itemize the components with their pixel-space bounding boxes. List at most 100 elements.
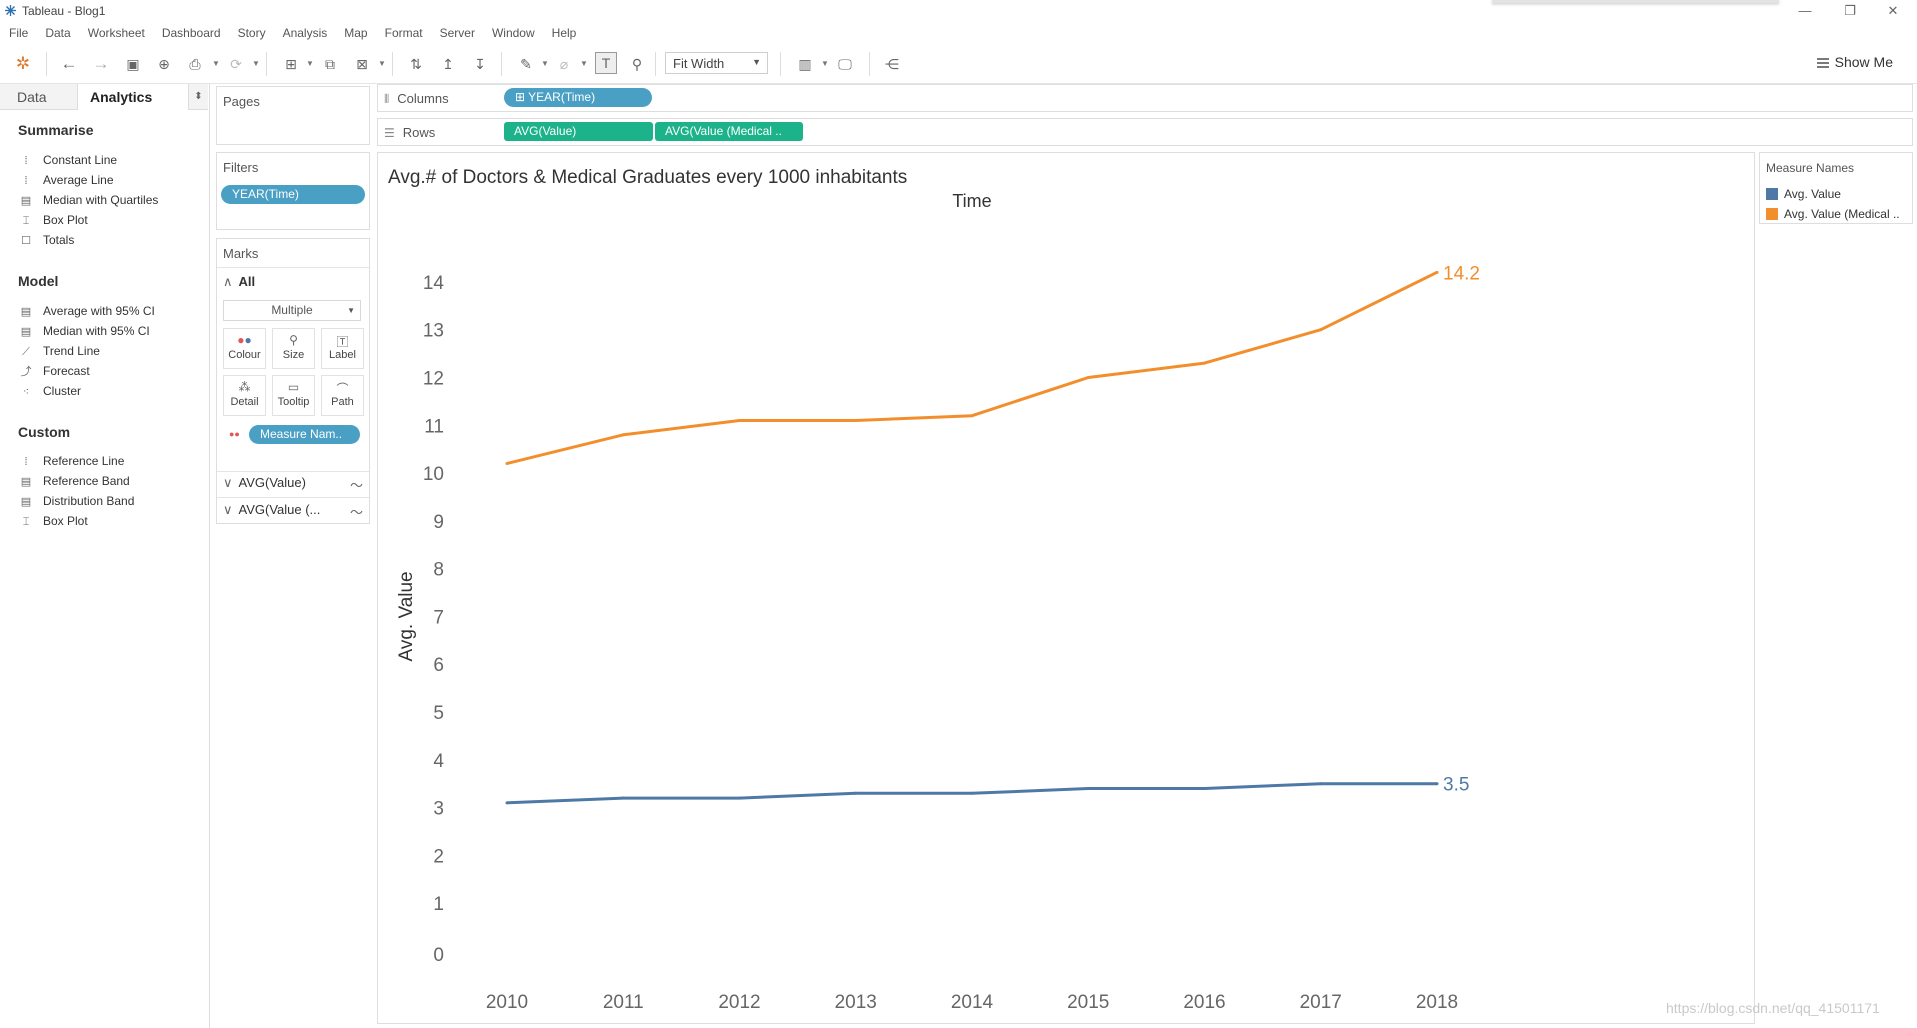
- size-button[interactable]: ⚲ Size: [272, 328, 315, 369]
- path-button[interactable]: ⌒ Path: [321, 375, 364, 416]
- label-button[interactable]: 🅃 Label: [321, 328, 364, 369]
- y-tick-label: 4: [433, 751, 444, 772]
- analytics-item-custom-box-plot[interactable]: ⌶ Box Plot: [20, 512, 88, 530]
- save-icon[interactable]: ▣: [121, 52, 145, 76]
- swap-rows-columns-icon[interactable]: ⇅: [404, 52, 428, 76]
- legend-item-avg-value-medical[interactable]: Avg. Value (Medical ..: [1766, 207, 1910, 221]
- analytics-item-average-line[interactable]: ⁞ Average Line: [20, 171, 113, 189]
- marks-card-avg-value[interactable]: ∨ AVG(Value) 〜: [223, 475, 363, 495]
- label-icon: 🅃: [336, 335, 349, 349]
- detail-icon: ⁂: [238, 380, 251, 394]
- measure-names-pill[interactable]: Measure Nam..: [249, 425, 360, 444]
- show-cards-icon[interactable]: ▥: [793, 52, 817, 76]
- tab-analytics[interactable]: Analytics: [78, 84, 188, 110]
- marks-card-label: AVG(Value (...: [238, 502, 321, 517]
- colour-button[interactable]: ●● Colour: [223, 328, 266, 369]
- minimize-icon[interactable]: —: [1785, 2, 1825, 20]
- mark-type-dropdown[interactable]: Multiple ▼: [223, 300, 361, 321]
- highlight-icon[interactable]: ✎: [514, 52, 538, 76]
- analytics-item-cluster[interactable]: ⁖ Cluster: [20, 382, 81, 400]
- line-chart[interactable]: TimeAvg. Value012345678910111213142010 20…: [378, 153, 1754, 1023]
- sort-descending-icon[interactable]: ↧: [468, 52, 492, 76]
- share-icon[interactable]: ⋲: [880, 52, 904, 76]
- menu-worksheet[interactable]: Worksheet: [88, 26, 145, 40]
- sort-ascending-icon[interactable]: ↥: [436, 52, 460, 76]
- analytics-item-median-quartiles[interactable]: ▤ Median with Quartiles: [20, 191, 159, 209]
- tooltip-label: Tooltip: [277, 396, 310, 408]
- pause-updates-caret-icon[interactable]: ▼: [212, 59, 220, 68]
- menu-dashboard[interactable]: Dashboard: [162, 26, 221, 40]
- marks-card-avg-value-medical[interactable]: ∨ AVG(Value (... 〜: [223, 502, 363, 522]
- filters-card[interactable]: Filters YEAR(Time): [216, 152, 370, 230]
- rows-pill-avg-value[interactable]: AVG(Value): [504, 122, 653, 141]
- new-data-source-icon[interactable]: ⊕: [152, 52, 176, 76]
- show-me-button[interactable]: Show Me: [1816, 54, 1893, 70]
- menu-server[interactable]: Server: [440, 26, 475, 40]
- menu-format[interactable]: Format: [385, 26, 423, 40]
- clear-sheet-icon[interactable]: ⊠: [350, 52, 374, 76]
- show-cards-caret-icon[interactable]: ▼: [821, 59, 829, 68]
- group-members-icon[interactable]: ⌀: [552, 52, 576, 76]
- rows-shelf[interactable]: ☰ Rows AVG(Value) AVG(Value (Medical ..: [377, 118, 1913, 146]
- menu-data[interactable]: Data: [45, 26, 70, 40]
- data-point-avg-value-medical: [1203, 361, 1206, 365]
- rows-pill-avg-value-medical[interactable]: AVG(Value (Medical ..: [655, 122, 803, 141]
- columns-pill-year[interactable]: ⊞ YEAR(Time): [504, 88, 652, 107]
- presentation-mode-icon[interactable]: 🖵: [833, 52, 857, 76]
- menu-window[interactable]: Window: [492, 26, 535, 40]
- redo-icon[interactable]: →: [89, 52, 113, 76]
- undo-icon[interactable]: ←: [57, 52, 81, 76]
- analytics-item-box-plot[interactable]: ⌶ Box Plot: [20, 211, 88, 229]
- analytics-item-median-95-ci[interactable]: ▤ Median with 95% CI: [20, 322, 150, 340]
- worksheet-view[interactable]: Avg.# of Doctors & Medical Graduates eve…: [377, 152, 1755, 1024]
- data-point-avg-value: [621, 796, 625, 800]
- pane-tabs: Data Analytics ⬍: [0, 84, 209, 110]
- tab-data[interactable]: Data: [0, 84, 78, 110]
- menu-file[interactable]: File: [9, 26, 28, 40]
- data-point-avg-value: [738, 796, 741, 800]
- colour-icon: ●●: [237, 333, 252, 347]
- menu-story[interactable]: Story: [238, 26, 266, 40]
- analytics-item-constant-line[interactable]: ⁞ Constant Line: [20, 151, 117, 169]
- marks-all-row[interactable]: ∧ All: [223, 274, 255, 290]
- tableau-home-icon[interactable]: ✲: [11, 52, 35, 76]
- analytics-item-distribution-band[interactable]: ▤ Distribution Band: [20, 492, 135, 510]
- clear-sheet-caret-icon[interactable]: ▼: [378, 59, 386, 68]
- menu-analysis[interactable]: Analysis: [283, 26, 328, 40]
- pane-menu-icon[interactable]: ⬍: [188, 84, 208, 110]
- restore-icon[interactable]: ❐: [1830, 2, 1870, 20]
- legend-swatch: [1766, 208, 1778, 220]
- tooltip-button[interactable]: ▭ Tooltip: [272, 375, 315, 416]
- new-worksheet-icon[interactable]: ⊞: [279, 52, 303, 76]
- analytics-item-trend-line[interactable]: ⟋ Trend Line: [20, 342, 100, 360]
- analytics-item-reference-band[interactable]: ▤ Reference Band: [20, 472, 130, 490]
- refresh-icon[interactable]: ⟳: [224, 52, 248, 76]
- legend-item-avg-value[interactable]: Avg. Value: [1766, 187, 1910, 201]
- pause-updates-icon[interactable]: ⎙: [183, 52, 207, 76]
- color-legend[interactable]: Measure Names Avg. Value Avg. Value (Med…: [1759, 152, 1913, 224]
- menu-map[interactable]: Map: [344, 26, 367, 40]
- analytics-item-forecast[interactable]: ⤴ Forecast: [20, 362, 90, 380]
- duplicate-sheet-icon[interactable]: ⧉: [318, 52, 342, 76]
- highlight-caret-icon[interactable]: ▼: [541, 59, 549, 68]
- show-mark-labels-icon[interactable]: T: [595, 52, 617, 74]
- analytics-item-reference-line[interactable]: ⁞ Reference Line: [20, 452, 124, 470]
- pages-card[interactable]: Pages: [216, 86, 370, 145]
- filter-pill-year[interactable]: YEAR(Time): [221, 185, 365, 204]
- close-icon[interactable]: ✕: [1873, 2, 1913, 20]
- columns-shelf[interactable]: ⦀ Columns ⊞ YEAR(Time): [377, 84, 1913, 112]
- new-worksheet-caret-icon[interactable]: ▼: [306, 59, 314, 68]
- totals-icon: ☐: [21, 235, 31, 247]
- group-caret-icon[interactable]: ▼: [580, 59, 588, 68]
- tooltip-icon: ▭: [287, 380, 300, 394]
- menu-help[interactable]: Help: [552, 26, 577, 40]
- detail-button[interactable]: ⁂ Detail: [223, 375, 266, 416]
- fix-axes-icon[interactable]: ⚲: [625, 52, 649, 76]
- refresh-caret-icon[interactable]: ▼: [252, 59, 260, 68]
- item-label: Average with 95% CI: [43, 304, 155, 318]
- analytics-item-totals[interactable]: ☐ Totals: [20, 231, 74, 249]
- item-label: Distribution Band: [43, 494, 135, 508]
- analytics-item-average-95-ci[interactable]: ▤ Average with 95% CI: [20, 302, 155, 320]
- data-point-avg-value: [1319, 782, 1323, 786]
- fit-width-dropdown[interactable]: Fit Width ▼: [665, 52, 768, 74]
